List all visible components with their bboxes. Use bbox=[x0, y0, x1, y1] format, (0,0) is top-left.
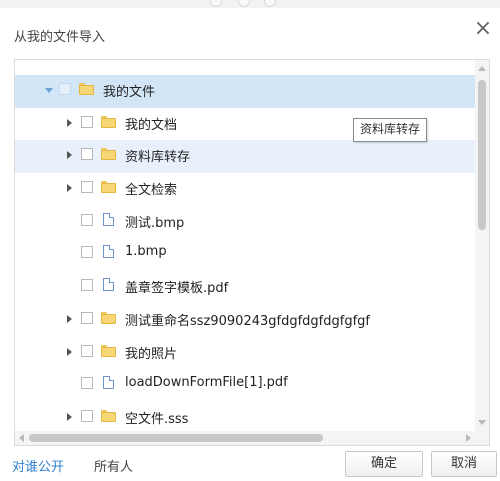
tree-row[interactable]: 测试重命名ssz9090243gfdgfdgfdgfgfgf bbox=[15, 304, 475, 337]
share-visibility-value: 所有人 bbox=[94, 460, 134, 475]
background-control-icon bbox=[264, 0, 276, 7]
tree-row[interactable]: 测试.bmp bbox=[15, 206, 475, 239]
item-checkbox[interactable] bbox=[59, 83, 71, 95]
file-icon bbox=[103, 376, 114, 390]
item-checkbox[interactable] bbox=[81, 344, 93, 357]
vertical-scroll-thumb[interactable] bbox=[478, 80, 486, 230]
tree-item-label: 测试.bmp bbox=[125, 215, 185, 231]
background-strip bbox=[0, 0, 500, 8]
share-visibility-link[interactable]: 对谁公开 bbox=[12, 456, 64, 475]
dialog-title: 从我的文件导入 bbox=[14, 30, 106, 45]
scroll-down-icon[interactable] bbox=[478, 420, 486, 425]
folder-icon bbox=[101, 148, 116, 161]
expand-down-icon[interactable] bbox=[45, 88, 53, 93]
item-checkbox[interactable] bbox=[81, 148, 93, 161]
dialog-footer: 对谁公开 所有人 确定 取消 bbox=[0, 440, 500, 481]
tree-row[interactable]: 我的文件 bbox=[15, 75, 475, 108]
tree-item-label: 测试重命名ssz9090243gfdgfdgfdgfgfgf bbox=[125, 313, 370, 329]
confirm-button[interactable]: 确定 bbox=[345, 451, 423, 477]
item-checkbox[interactable] bbox=[81, 279, 93, 292]
background-control-icon bbox=[210, 0, 222, 7]
item-checkbox[interactable] bbox=[81, 311, 93, 324]
expand-right-icon[interactable] bbox=[67, 412, 72, 421]
expand-right-icon[interactable] bbox=[67, 347, 72, 356]
folder-icon bbox=[79, 83, 94, 95]
file-icon bbox=[103, 278, 114, 292]
item-checkbox[interactable] bbox=[81, 213, 93, 226]
folder-icon bbox=[101, 181, 116, 194]
item-checkbox[interactable] bbox=[81, 409, 93, 422]
item-checkbox[interactable] bbox=[81, 377, 93, 390]
tree-item-label: 我的照片 bbox=[125, 346, 178, 362]
tree-item-label: 我的文档 bbox=[125, 117, 178, 133]
background-control-icon bbox=[238, 0, 250, 7]
folder-icon bbox=[101, 409, 116, 422]
tree-item-label: 我的文件 bbox=[103, 85, 156, 100]
item-checkbox[interactable] bbox=[81, 115, 93, 128]
tree-item-label: loadDownFormFile[1].pdf bbox=[125, 375, 288, 391]
item-checkbox[interactable] bbox=[81, 246, 93, 259]
expand-right-icon[interactable] bbox=[67, 314, 72, 323]
tree-item-label: 盖章签字模板.pdf bbox=[125, 281, 229, 297]
expand-right-icon[interactable] bbox=[67, 118, 72, 127]
tree-item-label: 1.bmp bbox=[125, 244, 167, 260]
folder-icon bbox=[101, 115, 116, 128]
tree-row[interactable]: 全文检索 bbox=[15, 173, 475, 206]
tree-row[interactable]: 盖章签字模板.pdf bbox=[15, 271, 475, 304]
close-icon[interactable]: × bbox=[470, 17, 496, 43]
tree-row[interactable]: 空文件.sss bbox=[15, 402, 475, 435]
tree-row[interactable]: 资料库转存 bbox=[15, 140, 475, 174]
file-icon bbox=[103, 245, 114, 259]
tooltip: 资料库转存 bbox=[353, 118, 428, 142]
import-dialog: 从我的文件导入 × 我的文件 我的文档 资料库转存 全文检索 测试.bmp 1.bmp 盖章… bbox=[0, 8, 500, 481]
tree-row[interactable]: loadDownFormFile[1].pdf bbox=[15, 369, 475, 402]
tree-item-label: 全文检索 bbox=[125, 183, 178, 199]
scroll-up-icon[interactable] bbox=[478, 66, 486, 71]
file-icon bbox=[103, 212, 114, 226]
tree-item-label: 空文件.sss bbox=[125, 411, 189, 427]
item-checkbox[interactable] bbox=[81, 181, 93, 194]
cancel-button[interactable]: 取消 bbox=[431, 451, 497, 477]
tree-row[interactable]: 1.bmp bbox=[15, 238, 475, 271]
expand-right-icon[interactable] bbox=[67, 151, 72, 160]
expand-right-icon[interactable] bbox=[67, 184, 72, 193]
tree-row[interactable]: 我的照片 bbox=[15, 337, 475, 370]
vertical-scrollbar[interactable] bbox=[475, 60, 489, 445]
folder-icon bbox=[101, 344, 116, 357]
folder-icon bbox=[101, 311, 116, 324]
tree-item-label: 资料库转存 bbox=[125, 150, 191, 166]
